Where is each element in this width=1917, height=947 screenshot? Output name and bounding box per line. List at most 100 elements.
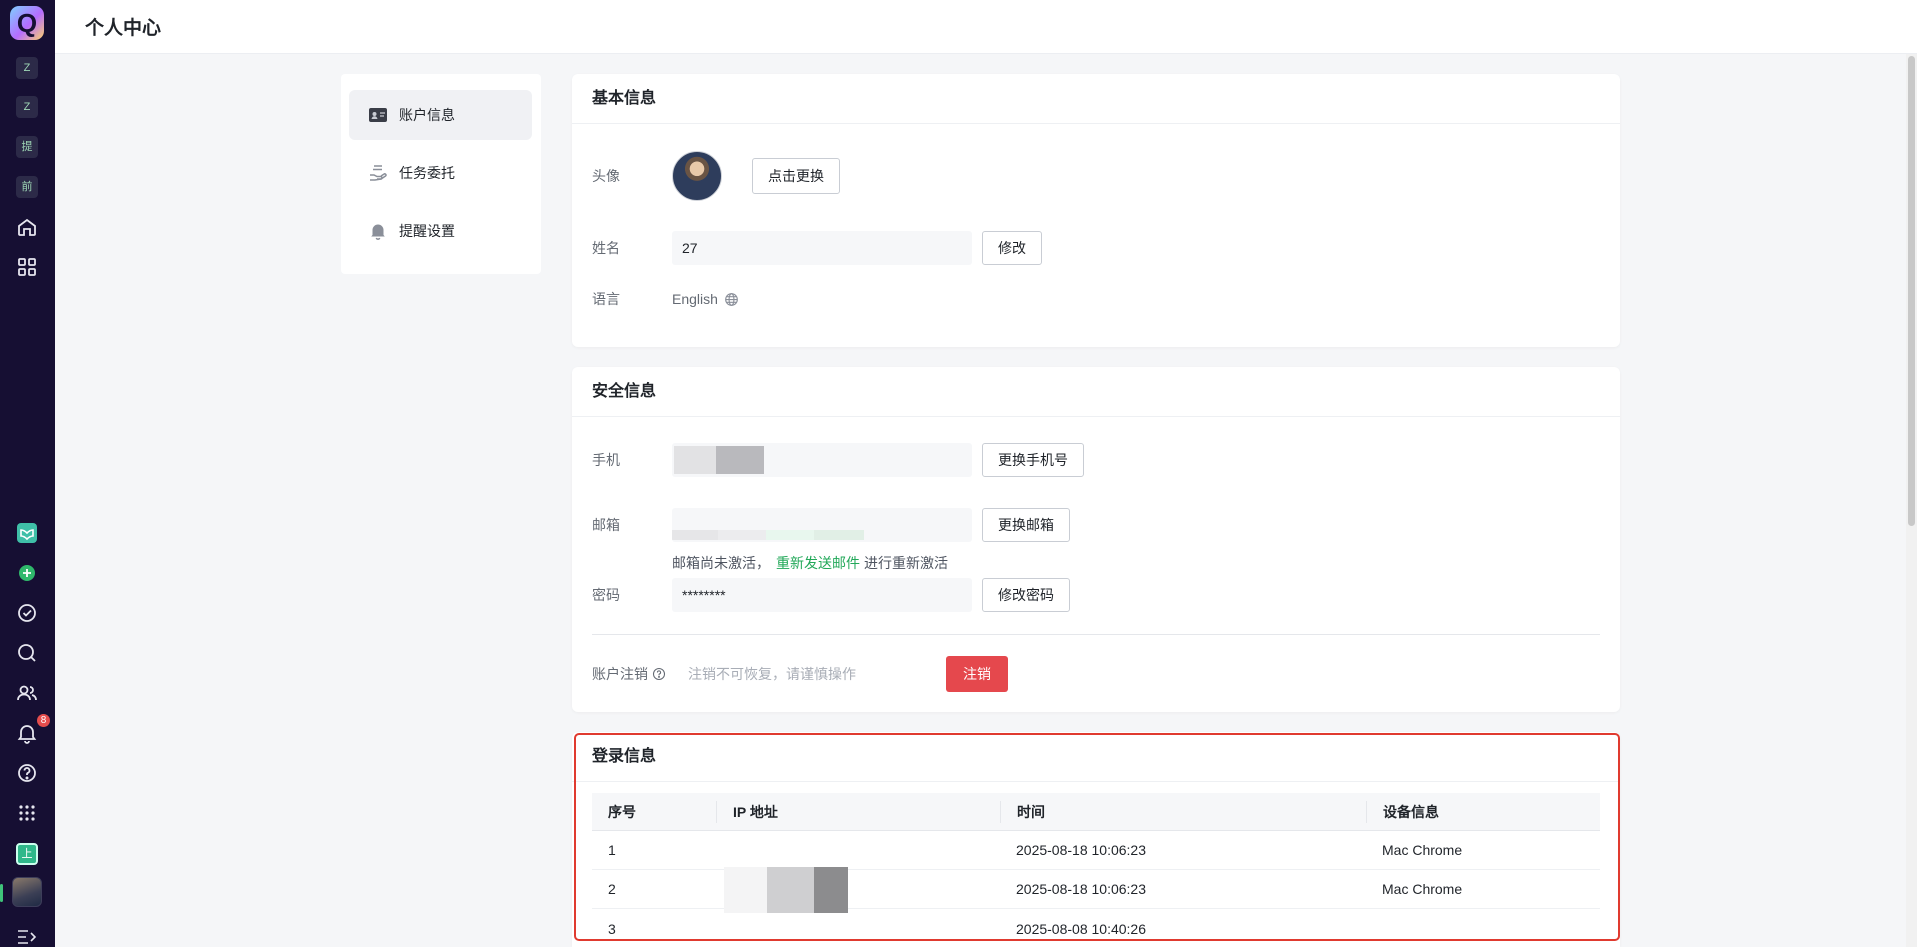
avatar-row: 头像 点击更换 (592, 151, 840, 201)
email-field[interactable] (672, 508, 972, 542)
table-row: 1 2025-08-18 10:06:23 Mac Chrome (592, 831, 1600, 870)
deactivate-account-button[interactable]: 注销 (946, 656, 1008, 692)
table-row: 3 2025-08-08 10:40:26 (592, 909, 1600, 947)
name-field[interactable]: 27 (672, 231, 972, 265)
add-circle-icon[interactable] (15, 561, 39, 585)
subnav-item-reminder-settings[interactable]: 提醒设置 (349, 206, 532, 256)
language-label: 语言 (592, 291, 620, 307)
name-row: 姓名 27 修改 (592, 231, 1042, 265)
change-avatar-button[interactable]: 点击更换 (752, 158, 840, 194)
basic-info-card: 基本信息 头像 点击更换 姓名 27 修改 语言 English (572, 74, 1620, 347)
app-logo[interactable]: Q (10, 6, 44, 40)
phone-field[interactable] (672, 443, 972, 477)
id-card-icon (368, 105, 388, 125)
active-indicator (0, 884, 3, 902)
column-header-time: 时间 (1000, 800, 1366, 823)
phone-row: 手机 更换手机号 (592, 443, 1084, 477)
book-app-icon[interactable] (15, 521, 39, 545)
hand-stack-icon (368, 163, 388, 183)
language-row: 语言 English (592, 289, 739, 309)
help-circle-icon[interactable] (15, 761, 39, 785)
language-value[interactable]: English (672, 291, 718, 307)
search-icon[interactable] (15, 641, 39, 665)
cell-device: Mac Chrome (1382, 842, 1463, 858)
notifications-bell-icon[interactable] (15, 721, 39, 745)
cell-time: 2025-08-18 10:06:23 (1016, 881, 1146, 897)
redacted-block (672, 530, 718, 540)
resend-email-link[interactable]: 重新发送邮件 (776, 553, 860, 573)
more-apps-dots-icon[interactable] (15, 801, 39, 825)
redacted-block (716, 446, 764, 474)
column-header-ip: IP 地址 (716, 800, 1000, 823)
redacted-block (724, 867, 767, 913)
deactivate-row: 账户注销 注销不可恢复，请谨慎操作 注销 (592, 656, 1008, 692)
cell-time: 2025-08-08 10:40:26 (1016, 920, 1146, 937)
redacted-block (814, 867, 848, 913)
subnav-item-label: 任务委托 (399, 165, 455, 181)
cell-time: 2025-08-18 10:06:23 (1016, 842, 1146, 858)
change-email-button[interactable]: 更换邮箱 (982, 508, 1070, 542)
email-note-suffix: 进行重新激活 (864, 555, 948, 571)
apps-grid-icon[interactable] (15, 255, 39, 279)
column-header-index: 序号 (608, 803, 636, 820)
task-check-icon[interactable] (15, 601, 39, 625)
password-field[interactable]: ******** (672, 578, 972, 612)
top-bar: 个人中心 (55, 0, 1917, 54)
change-password-button[interactable]: 修改密码 (982, 578, 1070, 612)
security-info-title: 安全信息 (572, 367, 1620, 417)
account-subnav: 账户信息 任务委托 提醒设置 (341, 74, 541, 274)
scrollbar-thumb[interactable] (1908, 56, 1915, 526)
login-info-card: 登录信息 序号 IP 地址 时间 设备信息 1 2025-08-18 10:06… (572, 732, 1620, 947)
contacts-icon[interactable] (15, 681, 39, 705)
cell-device (1366, 918, 1600, 940)
name-label: 姓名 (592, 240, 620, 256)
table-header: 序号 IP 地址 时间 设备信息 (592, 793, 1600, 831)
redacted-block (814, 530, 864, 540)
subnav-item-label: 提醒设置 (399, 223, 455, 239)
deactivate-label: 账户注销 (592, 666, 648, 682)
email-note-text: 邮箱尚未激活， (672, 555, 770, 571)
avatar-label: 头像 (592, 168, 620, 184)
column-header-device: 设备信息 (1366, 800, 1600, 823)
deactivate-hint: 注销不可恢复，请谨慎操作 (688, 666, 856, 682)
email-row: 邮箱 更换邮箱 (592, 508, 1070, 542)
rail-space-ti[interactable]: 提 (16, 136, 38, 158)
expand-sidebar-icon[interactable] (15, 925, 39, 944)
page-title: 个人中心 (85, 18, 162, 39)
email-activation-note: 邮箱尚未激活， 重新发送邮件 进行重新激活 (672, 553, 948, 573)
home-icon[interactable] (15, 215, 39, 239)
edit-name-button[interactable]: 修改 (982, 231, 1042, 265)
profile-avatar (672, 151, 722, 201)
cell-index: 3 (608, 920, 616, 937)
app-rail: Q Z Z 提 前 8 上 (0, 0, 55, 947)
rail-space-qian[interactable]: 前 (16, 176, 38, 198)
login-history-table: 序号 IP 地址 时间 设备信息 1 2025-08-18 10:06:23 M… (592, 793, 1600, 947)
cell-ip (716, 867, 1000, 913)
redacted-block (674, 446, 716, 474)
subnav-item-account-info[interactable]: 账户信息 (349, 90, 532, 140)
phone-label: 手机 (592, 452, 620, 468)
notification-count-badge: 8 (37, 714, 50, 727)
redacted-block (718, 530, 766, 540)
bell-icon (368, 221, 388, 241)
subnav-item-task-delegation[interactable]: 任务委托 (349, 148, 532, 198)
password-row: 密码 ******** 修改密码 (592, 578, 1070, 612)
globe-icon[interactable] (724, 292, 739, 307)
section-divider (592, 634, 1600, 635)
login-info-title: 登录信息 (572, 732, 1620, 782)
subnav-item-label: 账户信息 (399, 107, 455, 123)
redacted-block (766, 530, 814, 540)
question-circle-icon[interactable] (652, 667, 666, 681)
email-label: 邮箱 (592, 517, 620, 533)
rail-space-z-1[interactable]: Z (16, 57, 38, 79)
page-scrollbar[interactable] (1906, 54, 1917, 947)
user-avatar[interactable] (12, 877, 42, 907)
rail-space-shang[interactable]: 上 (16, 843, 38, 865)
basic-info-title: 基本信息 (572, 74, 1620, 124)
rail-space-z-2[interactable]: Z (16, 96, 38, 118)
cell-index: 1 (608, 842, 616, 858)
change-phone-button[interactable]: 更换手机号 (982, 443, 1084, 477)
cell-ip (716, 918, 1000, 940)
password-label: 密码 (592, 587, 620, 603)
redacted-block (767, 867, 814, 913)
